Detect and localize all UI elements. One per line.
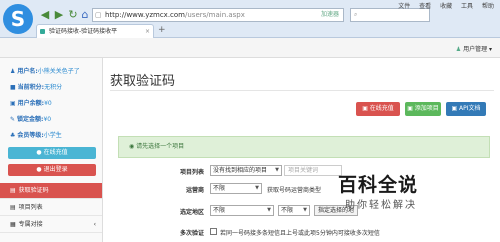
carrier-select[interactable]: 不限 ▼: [210, 183, 262, 194]
multi-verify-label: 多次验证: [179, 230, 204, 237]
add-project-button[interactable]: ▣ 添加项目: [405, 102, 441, 116]
info-locked: ✎ 锁定金额:¥0: [10, 116, 52, 123]
home-icon[interactable]: ⌂: [78, 8, 92, 22]
points-icon: ■: [10, 84, 16, 91]
chevron-down-icon: ▼: [267, 207, 271, 213]
member-icon: ♣: [10, 132, 16, 139]
region-select-1[interactable]: 不限 ▼: [210, 205, 274, 216]
url-host: http://www.yzmcx.com: [105, 11, 186, 19]
url-path: /users/main.aspx: [185, 11, 245, 19]
region-label: 选定地区: [179, 209, 204, 216]
tab-close-icon[interactable]: ×: [145, 25, 150, 38]
online-recharge-button[interactable]: ● 在线充值: [8, 147, 96, 159]
user-menu[interactable]: ♟ 用户管理 ▾: [456, 44, 492, 53]
list-icon: ▤: [10, 187, 16, 194]
watermark: 百科全说 助你轻松解决: [323, 162, 483, 222]
app-header: ♟ 用户管理 ▾: [0, 38, 500, 58]
list-icon: ▤: [10, 204, 16, 211]
user-icon: ♟: [10, 68, 16, 75]
chevron-down-icon: ▼: [255, 185, 259, 191]
browser-search-input[interactable]: ⌕: [350, 8, 430, 22]
project-select[interactable]: 没有找到相应的项目 ▼: [210, 165, 282, 176]
info-balance: ▣ 用户余额:¥0: [10, 100, 52, 107]
lock-icon: ✎: [10, 116, 16, 123]
browser-chrome: S ◀ ▶ ↻ ⌂ ▢ http://www.yzmcx.com/users/ma…: [0, 0, 500, 38]
info-points: ■ 当前积分:无积分: [10, 84, 63, 91]
watermark-subtitle: 助你轻松解决: [345, 200, 417, 211]
logout-button[interactable]: ● 退出登录: [8, 164, 96, 176]
api-docs-button[interactable]: ▣ API文档: [446, 102, 486, 116]
multi-verify-checkbox[interactable]: [210, 228, 217, 235]
tab-favicon-icon: [40, 29, 45, 34]
chevron-down-icon: ▼: [275, 167, 279, 173]
menu-favorites[interactable]: 收藏: [440, 3, 452, 10]
user-icon: ♟: [455, 46, 462, 53]
watermark-title: 百科全说: [338, 174, 419, 196]
speed-label[interactable]: 加速器: [321, 9, 339, 21]
forward-icon[interactable]: ▶: [52, 8, 66, 22]
page-icon: ▢: [95, 11, 102, 19]
info-level: ♣ 会员等级:小学生: [10, 132, 62, 139]
chevron-left-icon: ‹: [93, 221, 96, 228]
divider: [110, 90, 494, 91]
project-label: 项目列表: [179, 169, 204, 176]
tab-active[interactable]: 验证码接收-验证码接收平 ×: [36, 24, 154, 38]
menu-help[interactable]: 帮助: [482, 3, 494, 10]
multi-verify-text: 若同一号码接多条短信且上号或此项5分钟内可接收多次短信: [220, 230, 380, 237]
address-bar[interactable]: ▢ http://www.yzmcx.com/users/main.aspx 加速…: [92, 8, 344, 22]
nav-get-code[interactable]: ▤ 获取验证码: [0, 183, 102, 199]
new-tab-button[interactable]: +: [158, 24, 166, 37]
browser-menubar: 文件 查看 收藏 工具 帮助: [391, 1, 494, 10]
chevron-down-icon: ▼: [303, 207, 307, 213]
nav-dedicated[interactable]: ▦ 专属对接 ‹: [0, 217, 102, 233]
menu-tools[interactable]: 工具: [461, 3, 473, 10]
link-icon: ▦: [10, 221, 16, 228]
browser-logo-icon: S: [3, 4, 33, 34]
info-icon: ◉: [129, 143, 135, 150]
tab-title: 验证码接收-验证码接收平: [49, 28, 118, 35]
wallet-icon: ▣: [10, 100, 16, 107]
carrier-label: 运营商: [185, 187, 204, 194]
back-icon[interactable]: ◀: [38, 8, 52, 22]
info-username: ♟ 用户名:小熊关关色子了: [10, 68, 80, 75]
alert-box: ◉ 请先选择一个项目: [118, 136, 490, 158]
sidebar: ♟ 用户名:小熊关关色子了 ■ 当前积分:无积分 ▣ 用户余额:¥0 ✎ 锁定金额:¥0…: [0, 58, 103, 242]
page-title: 获取验证码: [110, 74, 176, 89]
recharge-button[interactable]: ▣ 在线充值: [356, 102, 400, 116]
carrier-hint: 获取号码运营商类型: [267, 187, 322, 194]
nav-project-list[interactable]: ▤ 项目列表: [0, 200, 102, 216]
user-menu-label: 用户管理: [463, 46, 488, 53]
region-select-2[interactable]: 不限 ▼: [278, 205, 310, 216]
menu-file[interactable]: 文件: [398, 3, 410, 10]
menu-view[interactable]: 查看: [419, 3, 431, 10]
